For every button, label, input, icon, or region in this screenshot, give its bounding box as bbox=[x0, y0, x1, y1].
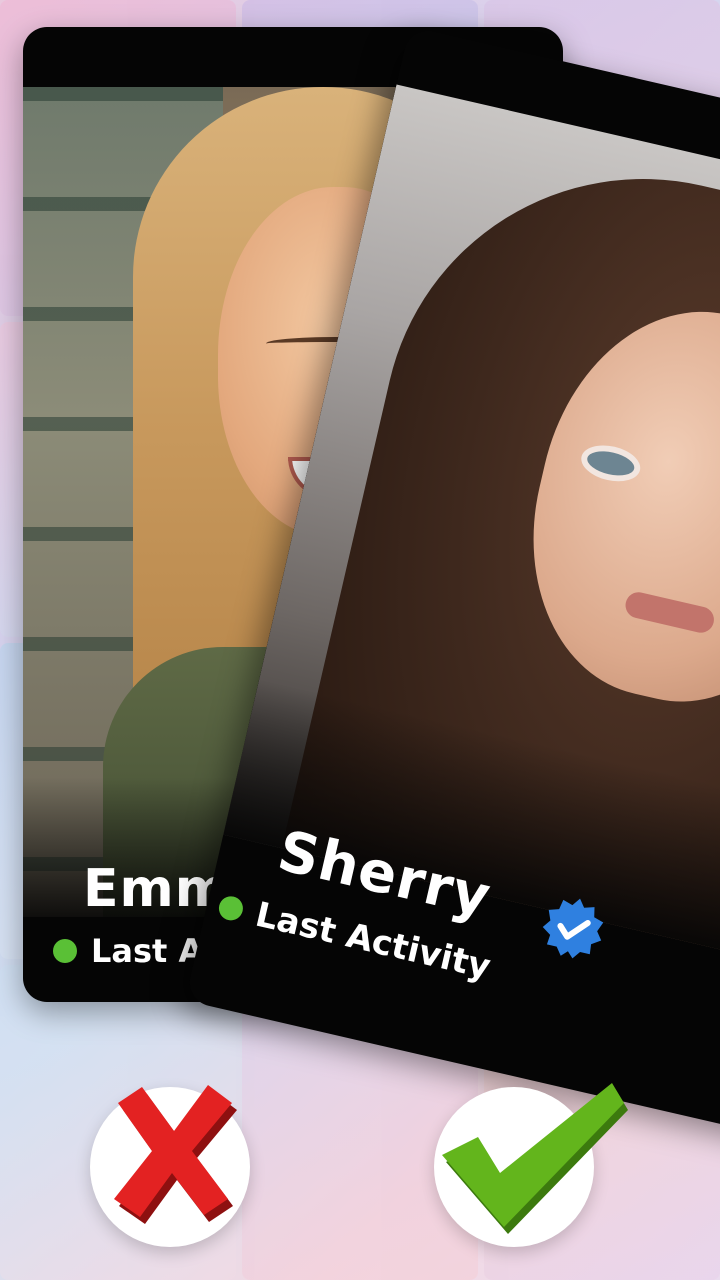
like-button[interactable] bbox=[434, 1083, 628, 1247]
online-dot-icon bbox=[53, 939, 77, 963]
x-icon bbox=[114, 1085, 237, 1224]
verified-check-icon bbox=[542, 898, 604, 959]
online-dot-icon bbox=[216, 893, 246, 923]
reject-button[interactable] bbox=[90, 1085, 250, 1247]
checkmark-icon bbox=[442, 1083, 628, 1234]
